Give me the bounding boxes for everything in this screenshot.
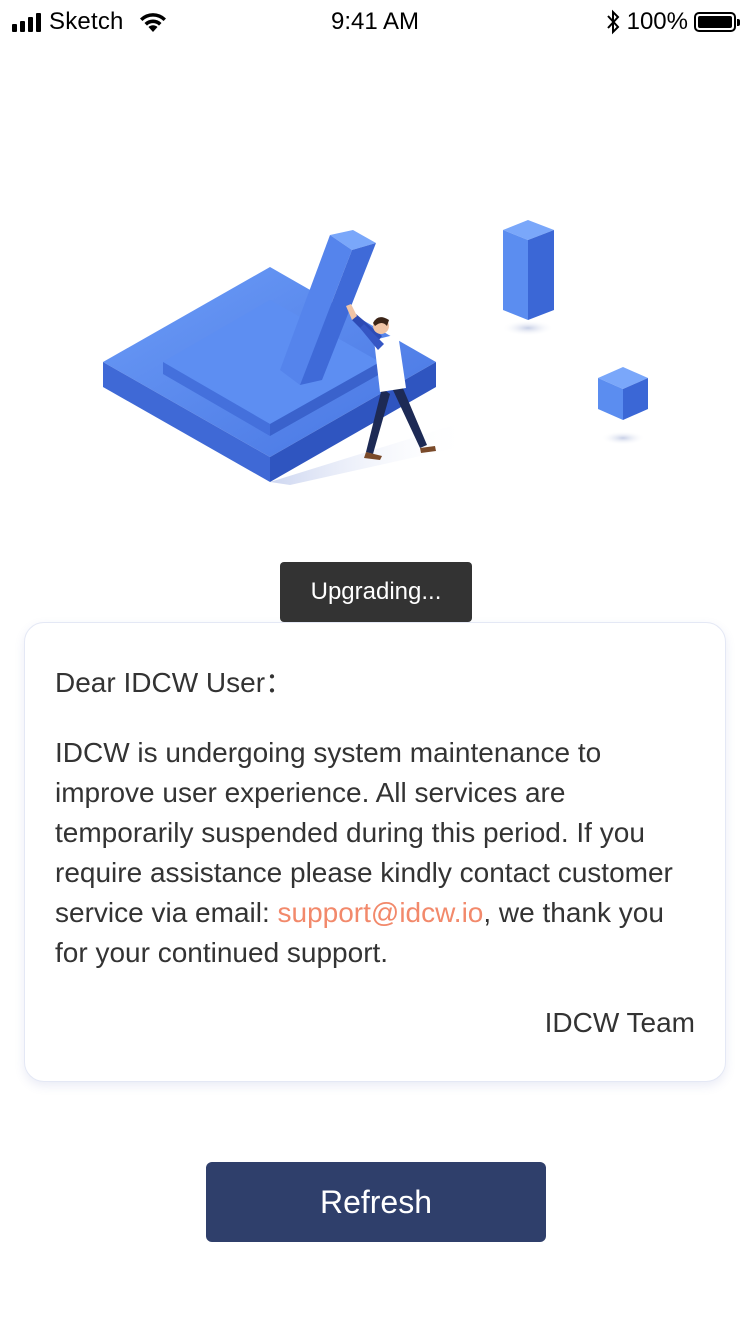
battery-percent: 100% [626,8,688,35]
upgrading-toast: Upgrading... [280,562,472,622]
status-bar: Sketch 9:41 AM 100% [0,0,750,44]
maintenance-illustration-icon [103,220,648,485]
refresh-button[interactable]: Refresh [206,1162,546,1242]
notice-signature: IDCW Team [544,1007,695,1038]
bluetooth-icon [606,9,619,35]
support-email-link[interactable]: support@idcw.io [278,897,484,928]
notice-greeting: Dear IDCW User： [55,667,294,698]
battery-icon [694,12,740,32]
maintenance-page: Sketch 9:41 AM 100% Upgrading... Dear ID… [0,0,750,1334]
notice-message: IDCW is undergoing system maintenance to… [55,733,695,973]
notice-card: Dear IDCW User： IDCW is undergoing syste… [24,622,726,1082]
status-right-group: 100% [605,8,740,36]
